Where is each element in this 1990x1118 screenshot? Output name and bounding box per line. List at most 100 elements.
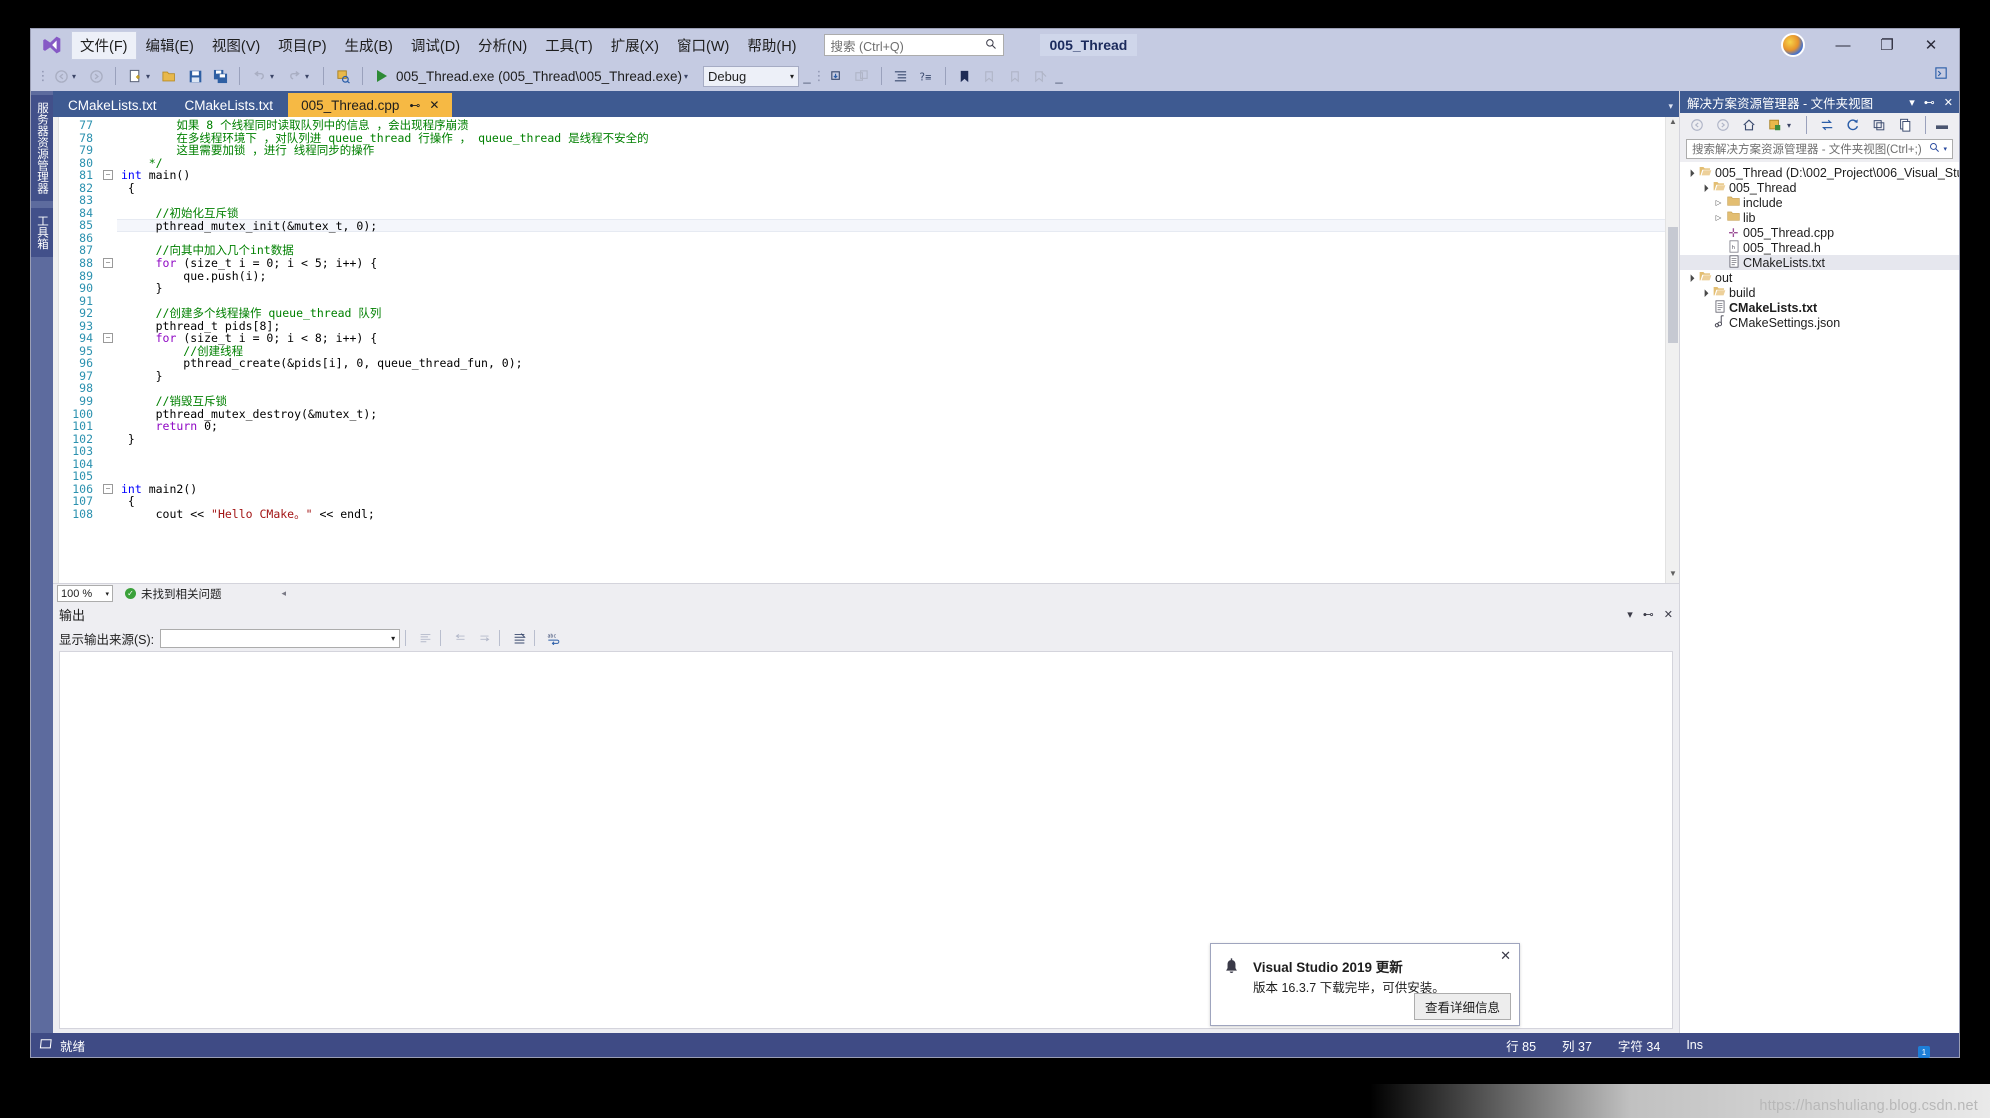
previous-bookmark-icon[interactable] — [979, 65, 1001, 87]
toggle-word-wrap-icon[interactable]: abc — [544, 628, 564, 648]
solution-explorer-tree[interactable]: ◢ 005_Thread (D:\002_Project\006_Visual_S… — [1680, 162, 1959, 1033]
redo-icon[interactable] — [283, 65, 305, 87]
code-folding-margin[interactable]: − − − − — [99, 117, 117, 583]
menu-item-5[interactable]: 调试(D) — [402, 31, 469, 60]
close-tab-icon[interactable]: ✕ — [429, 98, 439, 112]
configuration-combo[interactable]: Debug ▾ — [702, 65, 799, 87]
save-icon[interactable] — [184, 65, 206, 87]
navigate-backward-icon[interactable] — [50, 65, 72, 87]
clear-bookmarks-icon[interactable] — [1029, 65, 1051, 87]
tree-item[interactable]: ◢ build — [1680, 285, 1959, 300]
tree-item[interactable]: ✛ 005_Thread.cpp — [1680, 225, 1959, 240]
menu-item-4[interactable]: 生成(B) — [336, 31, 402, 60]
code-line[interactable] — [117, 382, 1679, 395]
code-line[interactable] — [117, 458, 1679, 471]
open-file-icon[interactable] — [159, 65, 181, 87]
forward-icon[interactable] — [1712, 114, 1734, 136]
scroll-down-arrow-icon[interactable]: ▼ — [1666, 569, 1679, 583]
menu-item-3[interactable]: 项目(P) — [269, 31, 335, 60]
fold-toggle-icon[interactable]: − — [99, 332, 117, 345]
tree-item[interactable]: ◢ 005_Thread — [1680, 180, 1959, 195]
go-to-previous-message-icon[interactable] — [450, 628, 470, 648]
expand-collapse-icon[interactable]: ◢ — [1683, 270, 1698, 285]
pin-tab-icon[interactable]: ⊷ — [409, 99, 420, 112]
code-line[interactable] — [117, 232, 1679, 245]
code-line[interactable]: for (size_t i = 0; i < 5; i++) { — [117, 257, 1679, 270]
code-line[interactable]: pthread_create(&pids[i], 0, queue_thread… — [117, 357, 1679, 370]
menu-item-10[interactable]: 帮助(H) — [738, 31, 805, 60]
menu-item-9[interactable]: 窗口(W) — [668, 31, 738, 60]
tree-item[interactable]: CMakeLists.txt — [1680, 299, 1959, 315]
tab-overflow-chevron-icon[interactable]: ▾ — [1668, 101, 1673, 112]
code-line[interactable]: } — [117, 432, 1679, 446]
code-line[interactable]: */ — [117, 156, 1679, 170]
undo-icon[interactable] — [248, 65, 270, 87]
code-line[interactable]: { — [117, 181, 1679, 195]
tree-item[interactable]: CMakeLists.txt — [1680, 254, 1959, 270]
user-account-avatar[interactable] — [1781, 33, 1805, 57]
code-line[interactable]: //创建多个线程操作 queue_thread 队列 — [117, 307, 1679, 320]
sync-with-active-document-icon[interactable] — [1816, 114, 1838, 136]
expand-collapse-icon[interactable]: ▷ — [1712, 213, 1725, 222]
fold-toggle-icon[interactable]: − — [99, 483, 117, 496]
tree-item[interactable]: h 005_Thread.h — [1680, 239, 1959, 255]
pane-menu-chevron-icon[interactable]: ▾ — [1627, 608, 1633, 621]
code-line[interactable]: 这里需要加锁 ，进行 线程同步的操作 — [117, 144, 1679, 157]
code-line[interactable]: cout << "Hello CMake。" << endl; — [117, 508, 1679, 521]
fold-toggle-icon[interactable]: − — [99, 169, 117, 182]
navigate-forward-icon[interactable] — [85, 65, 107, 87]
next-bookmark-icon[interactable] — [1004, 65, 1026, 87]
show-all-files-icon[interactable] — [1894, 114, 1916, 136]
run-target-caret-icon[interactable]: ▾ — [684, 72, 694, 81]
find-message-icon[interactable] — [415, 628, 435, 648]
code-line[interactable]: que.push(i); — [117, 269, 1679, 283]
properties-icon[interactable]: ▬ — [1935, 114, 1949, 136]
code-text-area[interactable]: 如果 8 个线程同时读取队列中的信息 ，会出现程序崩溃 在多线程环境下 ，对队列… — [117, 117, 1679, 583]
save-all-icon[interactable] — [209, 65, 231, 87]
toast-details-button[interactable]: 查看详细信息 — [1413, 993, 1511, 1020]
back-icon[interactable] — [1686, 114, 1708, 136]
toolbar-overflow-2-icon[interactable]: _ — [1054, 65, 1064, 87]
scroll-up-arrow-icon[interactable]: ▲ — [1666, 117, 1679, 131]
code-line[interactable] — [117, 194, 1679, 207]
pane-menu-chevron-icon[interactable]: ▾ — [1909, 96, 1915, 109]
redo-caret-icon[interactable]: ▾ — [305, 72, 315, 81]
code-editor[interactable]: 77 78 79 80 81 82 83 84 85 86 87 88 89 90 91 92 93 94 95 96… — [53, 117, 1679, 583]
bookmark-icon[interactable] — [954, 65, 976, 87]
switch-views-caret-icon[interactable]: ▾ — [1787, 121, 1797, 130]
close-button[interactable]: ✕ — [1909, 30, 1953, 60]
expand-collapse-icon[interactable]: ◢ — [1683, 165, 1698, 180]
tree-item[interactable]: ◢ out — [1680, 270, 1959, 285]
start-debugging-icon[interactable] — [377, 70, 387, 82]
code-line[interactable] — [117, 445, 1679, 458]
quick-search-input[interactable]: 搜索 (Ctrl+Q) — [823, 34, 1004, 56]
go-to-next-message-icon[interactable] — [474, 628, 494, 648]
code-line[interactable]: for (size_t i = 0; i < 8; i++) { — [117, 332, 1679, 345]
pane-close-icon[interactable]: ✕ — [1664, 608, 1673, 621]
editor-scrollbar-thumb[interactable] — [1668, 227, 1678, 343]
tray-notification-badge[interactable]: 1 — [1918, 1046, 1930, 1058]
minimize-button[interactable]: — — [1821, 30, 1865, 60]
tree-item[interactable]: ▷ include — [1680, 195, 1959, 210]
menu-item-6[interactable]: 分析(N) — [469, 31, 536, 60]
step-into-icon[interactable] — [826, 65, 848, 87]
expand-collapse-icon[interactable]: ◢ — [1697, 180, 1712, 195]
run-target-label[interactable]: 005_Thread.exe (005_Thread\005_Thread.ex… — [394, 69, 684, 84]
editor-tab-0[interactable]: CMakeLists.txt — [55, 93, 170, 117]
step-over-icon[interactable] — [851, 65, 873, 87]
vertical-tab-server-explorer[interactable]: 服务器资源管理器 — [31, 95, 53, 201]
code-line[interactable]: int main() — [117, 169, 1679, 182]
home-icon[interactable] — [1738, 114, 1760, 136]
tree-item[interactable]: CMakeSettings.json — [1680, 314, 1959, 330]
new-file-caret-icon[interactable]: ▾ — [146, 72, 156, 81]
navigate-backward-caret-icon[interactable]: ▾ — [72, 72, 82, 81]
zoom-level-combo[interactable]: 100 % ▾ — [57, 585, 113, 602]
menu-item-7[interactable]: 工具(T) — [536, 31, 602, 60]
vertical-tab-toolbox[interactable]: 工具箱 — [31, 208, 53, 257]
switch-views-icon[interactable] — [1764, 114, 1786, 136]
editor-vertical-scrollbar[interactable]: ▲ ▼ — [1665, 117, 1679, 583]
code-line[interactable]: } — [117, 370, 1679, 383]
toolbar-options-icon[interactable] — [1934, 66, 1949, 86]
code-line[interactable] — [117, 470, 1679, 483]
code-line[interactable]: //初始化互斥锁 — [117, 207, 1679, 220]
